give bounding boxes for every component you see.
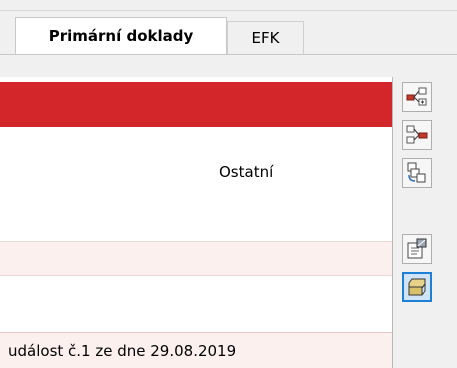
archive-button[interactable] — [402, 272, 432, 302]
cell-text: událost č.1 ze dne 29.08.2019 — [8, 342, 237, 360]
table-row[interactable]: Ostatní — [0, 127, 392, 219]
copy-tree-button[interactable] — [402, 158, 432, 188]
table-row[interactable] — [0, 241, 392, 276]
add-node-button[interactable] — [402, 82, 432, 112]
data-grid: Ostatní událost č.1 ze dne 29.08.2019 — [0, 77, 392, 368]
divider — [0, 54, 457, 55]
side-toolbar — [398, 77, 457, 368]
tab-primarni-doklady[interactable]: Primární doklady — [15, 17, 227, 54]
divider — [392, 77, 393, 368]
properties-button[interactable] — [402, 234, 432, 264]
remove-node-icon — [406, 125, 428, 144]
table-row[interactable] — [0, 276, 392, 326]
table-row[interactable]: událost č.1 ze dne 29.08.2019 — [0, 332, 392, 368]
cell-text: Ostatní — [219, 163, 274, 181]
divider — [0, 10, 457, 11]
properties-icon — [407, 238, 427, 259]
add-node-icon — [406, 87, 427, 106]
copy-tree-icon — [407, 162, 426, 183]
remove-node-button[interactable] — [402, 120, 432, 150]
table-row-header[interactable] — [0, 82, 392, 127]
archive-box-icon — [408, 278, 426, 296]
tab-efk[interactable]: EFK — [227, 21, 304, 54]
tab-bar: Primární doklady EFK — [0, 0, 457, 60]
